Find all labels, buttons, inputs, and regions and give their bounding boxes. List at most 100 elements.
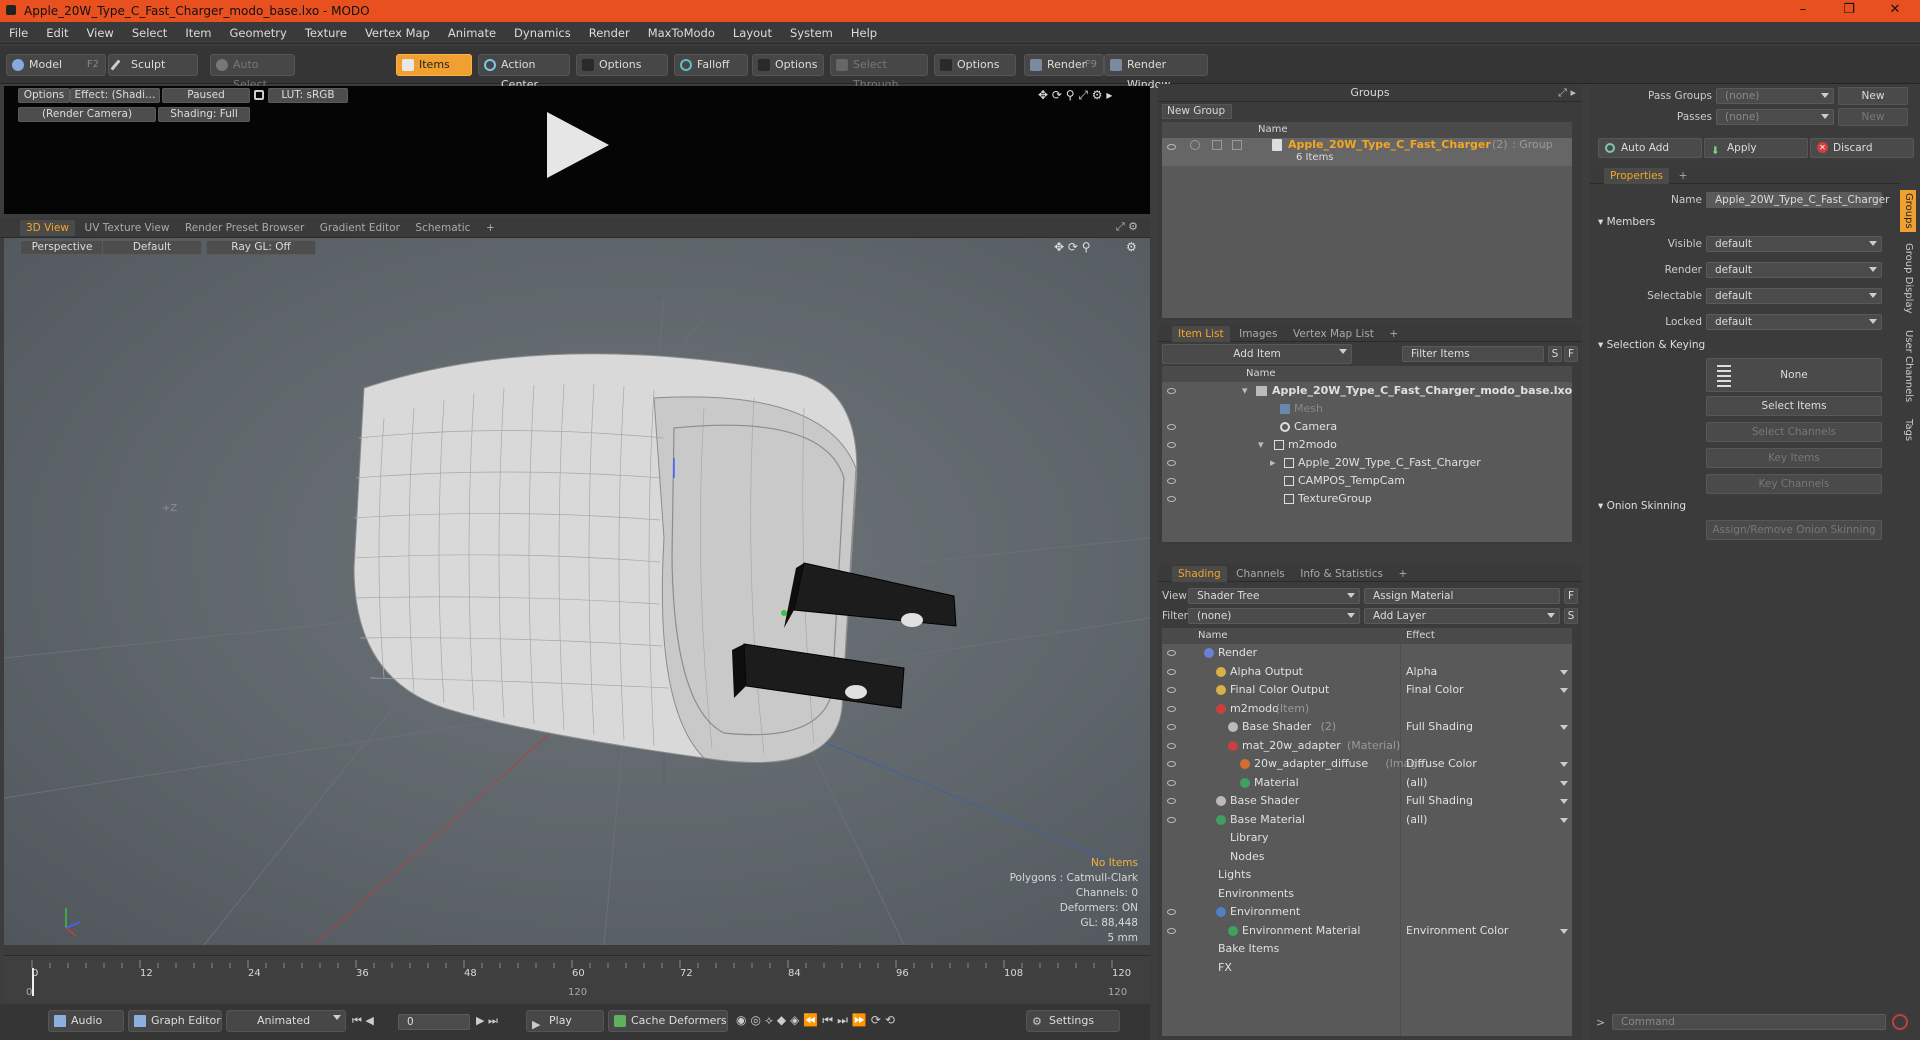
add-tab-button[interactable]: + bbox=[1392, 566, 1413, 582]
shader-row[interactable]: Nodes bbox=[1162, 848, 1572, 866]
tab-images[interactable]: Images bbox=[1233, 326, 1283, 342]
frame-input[interactable]: 0 bbox=[398, 1014, 470, 1030]
discard-button[interactable]: ✕ Discard bbox=[1810, 138, 1914, 158]
shader-row[interactable]: FX bbox=[1162, 959, 1572, 977]
render-toggle-icon[interactable] bbox=[1190, 140, 1200, 150]
side-tab-groups[interactable]: Groups bbox=[1900, 190, 1916, 232]
add-tab-button[interactable]: + bbox=[1673, 168, 1694, 184]
shader-row[interactable]: Base Material (all) bbox=[1162, 811, 1572, 829]
3d-viewport[interactable]: Perspective Default Ray GL: Off ✥ ⟳ ⚲ ⚙ … bbox=[4, 238, 1150, 945]
shader-row[interactable]: Final Color Output Final Color bbox=[1162, 681, 1572, 699]
menu-edit[interactable]: Edit bbox=[37, 26, 77, 40]
add-layer-dropdown[interactable]: Add Layer bbox=[1364, 608, 1560, 624]
eye-icon[interactable] bbox=[1167, 909, 1176, 915]
shader-row[interactable]: Environments bbox=[1162, 885, 1572, 903]
new-pass-group-button[interactable]: New bbox=[1838, 87, 1908, 105]
assign-onion-skinning-button[interactable]: Assign/Remove Onion Skinning bbox=[1706, 520, 1882, 540]
tab-item-list[interactable]: Item List bbox=[1172, 326, 1230, 342]
shader-effect[interactable]: Environment Color bbox=[1406, 922, 1508, 940]
shader-effect[interactable]: Full Shading bbox=[1406, 792, 1473, 810]
shader-effect[interactable]: Alpha bbox=[1406, 663, 1437, 681]
select-channels-button[interactable]: Select Channels bbox=[1706, 422, 1882, 442]
chevron-down-icon[interactable] bbox=[1560, 688, 1568, 693]
f-button[interactable]: F bbox=[1564, 588, 1578, 604]
eye-icon[interactable] bbox=[1167, 927, 1176, 934]
apply-button[interactable]: ⬇ Apply bbox=[1704, 138, 1808, 158]
shader-row[interactable]: Lights bbox=[1162, 866, 1572, 884]
transport-prev-icons[interactable]: ⏮ ◀ bbox=[352, 1014, 374, 1028]
menu-layout[interactable]: Layout bbox=[724, 26, 781, 40]
pass-groups-dropdown[interactable]: (none) bbox=[1716, 88, 1834, 104]
tab-gradient-editor[interactable]: Gradient Editor bbox=[314, 220, 406, 236]
expand-icon[interactable]: ⤢ ▸ bbox=[1558, 84, 1576, 102]
view-dropdown[interactable]: Shader Tree bbox=[1188, 588, 1360, 604]
eye-icon[interactable] bbox=[1167, 496, 1176, 502]
visible-dropdown[interactable]: default bbox=[1706, 236, 1882, 252]
onion-skinning-section[interactable]: ▾ Onion Skinning bbox=[1598, 500, 1686, 512]
falloff-button[interactable]: Falloff bbox=[674, 54, 748, 76]
command-input[interactable]: Command bbox=[1612, 1014, 1886, 1030]
select-toggle-icon[interactable] bbox=[1232, 140, 1242, 150]
auto-add-button[interactable]: Auto Add bbox=[1598, 138, 1702, 158]
action-center-button[interactable]: Action Center bbox=[478, 54, 570, 91]
eye-icon[interactable] bbox=[1167, 424, 1176, 430]
preview-effect-dropdown[interactable]: Effect: (Shadi… bbox=[70, 88, 160, 103]
shader-row[interactable]: m2modo (Item) bbox=[1162, 700, 1572, 718]
menu-geometry[interactable]: Geometry bbox=[221, 26, 296, 40]
eye-icon[interactable] bbox=[1167, 388, 1176, 394]
menu-file[interactable]: File bbox=[0, 26, 37, 40]
chevron-down-icon[interactable] bbox=[1560, 928, 1568, 934]
timeline[interactable]: 0 12 24 36 48 60 72 84 96 108 120 0 120 … bbox=[4, 955, 1150, 1001]
filter-items-input[interactable]: Filter Items bbox=[1402, 346, 1544, 362]
viewport-panel-icons[interactable]: ⤢ ⚙ bbox=[1116, 220, 1138, 234]
key-channels-button[interactable]: Key Channels bbox=[1706, 474, 1882, 494]
shader-row[interactable]: Render bbox=[1162, 644, 1572, 662]
eye-icon[interactable] bbox=[1167, 816, 1176, 823]
auto-select-button[interactable]: Auto Select bbox=[210, 54, 295, 91]
filter-f-button[interactable]: F bbox=[1564, 346, 1578, 362]
side-tab-user-channels[interactable]: User Channels bbox=[1900, 324, 1916, 408]
animated-dropdown[interactable]: Animated bbox=[226, 1010, 346, 1032]
select-through-button[interactable]: Select Through bbox=[830, 54, 928, 91]
eye-icon[interactable] bbox=[1167, 668, 1176, 675]
locked-dropdown[interactable]: default bbox=[1706, 314, 1882, 330]
items-mode-button[interactable]: Items bbox=[396, 54, 472, 76]
tab-render-preset-browser[interactable]: Render Preset Browser bbox=[179, 220, 310, 236]
chevron-down-icon[interactable] bbox=[1560, 817, 1568, 823]
minimize-button[interactable]: – bbox=[1780, 0, 1826, 22]
add-item-dropdown[interactable]: Add Item bbox=[1162, 344, 1352, 364]
chevron-down-icon[interactable] bbox=[1560, 762, 1568, 767]
chevron-down-icon[interactable] bbox=[1560, 799, 1568, 804]
render-camera-dropdown[interactable]: (Render Camera) bbox=[18, 107, 156, 122]
shader-row[interactable]: 20w_adapter_diffuse (Image) Diffuse Color bbox=[1162, 755, 1572, 773]
tab-channels[interactable]: Channels bbox=[1230, 566, 1291, 582]
sculpt-mode-button[interactable]: Sculpt bbox=[108, 54, 198, 76]
tab-info-statistics[interactable]: Info & Statistics bbox=[1294, 566, 1389, 582]
item-row[interactable]: CAMPOS_TempCam bbox=[1162, 472, 1572, 490]
menu-animate[interactable]: Animate bbox=[439, 26, 505, 40]
shader-row[interactable]: Environment bbox=[1162, 903, 1572, 921]
play-button[interactable]: ▶ Play bbox=[526, 1010, 604, 1032]
name-input[interactable]: Apple_20W_Type_C_Fast_Charger bbox=[1706, 192, 1889, 208]
eye-icon[interactable] bbox=[1167, 650, 1176, 656]
shader-row[interactable]: Base Shader (2) Full Shading bbox=[1162, 718, 1572, 736]
expand-arrow-icon[interactable]: ▸ bbox=[1270, 454, 1276, 472]
tab-uv-texture-view[interactable]: UV Texture View bbox=[79, 220, 176, 236]
maximize-button[interactable]: ❐ bbox=[1826, 0, 1872, 22]
preview-view-controls-icon[interactable]: ✥ ⟳ ⚲ ⤢ ⚙ ▸ bbox=[1038, 88, 1112, 103]
eye-icon[interactable] bbox=[1167, 798, 1176, 804]
selectable-dropdown[interactable]: default bbox=[1706, 288, 1882, 304]
new-pass-button[interactable]: New bbox=[1838, 108, 1908, 126]
graph-editor-button[interactable]: Graph Editor bbox=[128, 1010, 222, 1032]
select-items-button[interactable]: Select Items bbox=[1706, 396, 1882, 416]
shader-row[interactable]: Library bbox=[1162, 829, 1572, 847]
shader-effect[interactable]: (all) bbox=[1406, 774, 1427, 792]
item-row[interactable]: ▾ Apple_20W_Type_C_Fast_Charger_modo_base… bbox=[1162, 382, 1572, 400]
render-window-button[interactable]: Render Window bbox=[1104, 54, 1208, 91]
audio-button[interactable]: Audio bbox=[48, 1010, 124, 1032]
action-center-options-button[interactable]: Options bbox=[576, 54, 668, 76]
shader-effect[interactable]: (all) bbox=[1406, 811, 1427, 829]
tab-vertex-map-list[interactable]: Vertex Map List bbox=[1287, 326, 1380, 342]
tab-schematic[interactable]: Schematic bbox=[409, 220, 476, 236]
menu-view[interactable]: View bbox=[78, 26, 123, 40]
